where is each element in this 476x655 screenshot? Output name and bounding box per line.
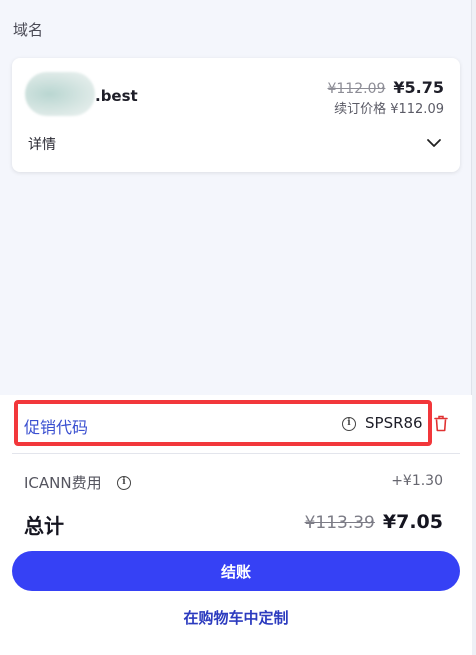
domain-card: .best ¥112.09 ¥5.75 续订价格 ¥112.09 详情 [12,58,460,172]
total-label: 总计 [24,514,64,538]
domain-suffix: .best [95,87,138,105]
promo-code-value: SPSR86 [365,414,423,432]
checkout-button[interactable]: 结账 [12,551,460,591]
divider [12,453,460,454]
trash-icon[interactable] [434,415,448,432]
info-icon[interactable]: i [342,417,356,431]
info-icon[interactable]: i [117,476,131,490]
promo-code-label[interactable]: 促销代码 [24,414,88,438]
details-toggle-label[interactable]: 详情 [28,134,56,154]
renew-price: 续订价格 ¥112.09 [334,102,444,117]
price-new: ¥5.75 [393,78,444,97]
icann-fee-label: ICANN费用 [24,474,102,492]
blurred-domain-name [25,72,95,116]
total-new-price: ¥7.05 [382,511,443,533]
cart-panel: 域名 .best ¥112.09 ¥5.75 续订价格 ¥112.09 详情 促… [0,0,472,655]
price-row: ¥112.09 ¥5.75 [327,78,444,97]
chevron-down-icon[interactable] [426,136,442,150]
total-prices: ¥113.39 ¥7.05 [305,511,443,533]
price-old: ¥112.09 [327,81,386,97]
section-title: 域名 [13,21,44,39]
total-old-price: ¥113.39 [304,513,375,533]
icann-fee-amount: +¥1.30 [391,473,443,489]
customize-in-cart-link[interactable]: 在购物车中定制 [0,607,472,628]
